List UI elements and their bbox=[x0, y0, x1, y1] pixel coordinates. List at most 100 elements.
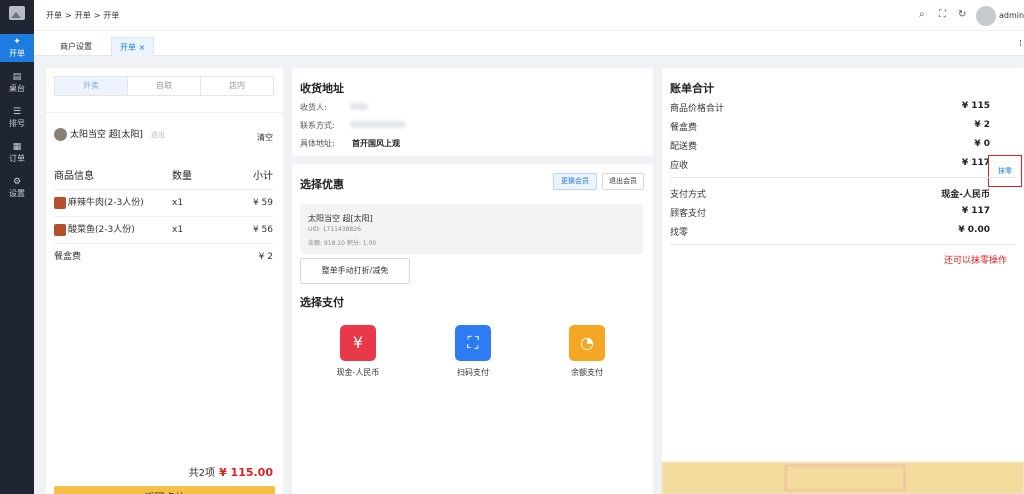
avatar[interactable] bbox=[976, 6, 996, 26]
nav-icon: ✦ bbox=[13, 37, 21, 47]
col-header: 小计 bbox=[253, 171, 273, 182]
pay-cash[interactable]: ¥ 现金-人民币 bbox=[318, 325, 398, 378]
pay-scan[interactable]: ⛶ 扫码支付 bbox=[433, 325, 513, 378]
tab-merchant-settings[interactable]: 商户设置 bbox=[52, 37, 100, 57]
nav-label: 设置 bbox=[9, 189, 25, 198]
bill-label: 应收 bbox=[670, 161, 689, 171]
detail-label: 具体地址: bbox=[300, 139, 335, 148]
nav-item-tables[interactable]: ▤ 桌台 bbox=[0, 69, 34, 97]
back-to-order-button[interactable]: 返回点单 bbox=[54, 486, 275, 494]
bill-title: 账单合计 bbox=[670, 82, 714, 95]
nav-icon: ▤ bbox=[12, 72, 22, 82]
item-name: 酸菜鱼(2-3人份) bbox=[68, 225, 135, 235]
breadcrumb-item[interactable]: 开单 bbox=[103, 11, 119, 20]
bill-label: 餐盒费 bbox=[670, 123, 698, 133]
mode-dine-in[interactable]: 店内 bbox=[201, 77, 273, 95]
breadcrumb-sep: > bbox=[93, 11, 101, 20]
table-row: 餐盒费 ¥ 2 bbox=[54, 244, 273, 271]
box-fee-label: 餐盒费 bbox=[54, 252, 82, 262]
balance-icon: ◔ bbox=[569, 325, 605, 361]
nav-item-billing[interactable]: ✦ 开单 bbox=[0, 34, 34, 62]
bill-value: ¥ 0.00 bbox=[958, 225, 990, 235]
detail-value: 首开国风上观 bbox=[352, 139, 400, 148]
clear-button[interactable]: 清空 bbox=[257, 132, 273, 143]
item-qty: x1 bbox=[172, 198, 184, 208]
receiver-value bbox=[350, 103, 368, 110]
logo-image bbox=[9, 6, 25, 20]
cash-icon: ¥ bbox=[340, 325, 376, 361]
refresh-icon[interactable]: ↻ bbox=[958, 9, 966, 20]
bill-label: 配送费 bbox=[670, 142, 698, 152]
bill-row: 商品价格合计 ¥ 115 bbox=[670, 101, 990, 115]
breadcrumb-item[interactable]: 开单 bbox=[46, 11, 62, 20]
bill-label: 商品价格合计 bbox=[670, 104, 725, 114]
pay-balance[interactable]: ◔ 余额支付 bbox=[547, 325, 627, 378]
item-subtotal: ¥ 59 bbox=[252, 198, 273, 208]
nav-icon: ⚙ bbox=[12, 177, 22, 187]
close-icon[interactable]: × bbox=[139, 43, 146, 52]
col-header: 商品信息 bbox=[54, 171, 94, 182]
nav-icon: ▦ bbox=[12, 142, 22, 152]
exit-member-button[interactable]: 退出会员 bbox=[602, 173, 644, 190]
pay-label: 现金-人民币 bbox=[336, 368, 380, 377]
checkout-bar[interactable] bbox=[662, 462, 1024, 494]
breadcrumb: 开单 > 开单 > 开单 bbox=[46, 10, 122, 21]
bill-row: 应收 ¥ 117 bbox=[670, 158, 990, 172]
bill-label: 支付方式 bbox=[670, 190, 707, 200]
annotation-note: 还可以抹零操作 bbox=[944, 256, 1008, 266]
manual-discount-button[interactable]: 整单手动打折/减免 bbox=[300, 258, 410, 284]
bill-value: ¥ 2 bbox=[974, 120, 990, 130]
member-name: 太阳当空 超[太阳] bbox=[70, 130, 143, 140]
bill-row: 找零 ¥ 0.00 bbox=[670, 225, 990, 239]
payment-title: 选择支付 bbox=[300, 296, 344, 309]
address-title: 收货地址 bbox=[300, 82, 344, 95]
dish-image bbox=[54, 223, 66, 236]
bill-row: 顾客支付 ¥ 117 bbox=[670, 206, 990, 220]
member-exit-link[interactable]: 退出 bbox=[151, 131, 165, 139]
tabs-bar: 商户设置 开单 × ⁞ bbox=[34, 30, 1024, 57]
nav-label: 开单 bbox=[9, 49, 25, 58]
discount-payment-panel: 选择优惠 更换会员 退出会员 太阳当空 超[太阳] UID: 171143882… bbox=[292, 164, 653, 494]
cart-total: 共2项 ¥ 115.00 bbox=[189, 464, 273, 479]
nav-item-queue[interactable]: ☰ 排号 bbox=[0, 104, 34, 132]
nav-label: 排号 bbox=[9, 119, 25, 128]
scan-icon: ⛶ bbox=[455, 325, 491, 361]
cart-table: 商品信息 数量 小计 麻辣牛肉(2-3人份) x1 ¥ 59 酸菜鱼(2-3人份) x1 ¥… bbox=[54, 163, 273, 271]
address-panel: 收货地址 收货人: 联系方式: 具体地址: 首开国风上观 bbox=[292, 68, 653, 156]
bill-row: 支付方式 现金-人民币 bbox=[670, 187, 990, 201]
mode-delivery[interactable]: 外卖 bbox=[55, 77, 128, 95]
bill-row: 配送费 ¥ 0 bbox=[670, 139, 990, 153]
table-row: 酸菜鱼(2-3人份) x1 ¥ 56 bbox=[54, 217, 273, 244]
fullscreen-icon[interactable]: ⛶ bbox=[939, 9, 946, 20]
round-off-button[interactable]: 抹零 bbox=[988, 155, 1022, 187]
search-icon[interactable]: ⌕ bbox=[919, 9, 925, 20]
nav-item-settings[interactable]: ⚙ 设置 bbox=[0, 174, 34, 202]
member-card-name: 太阳当空 超[太阳] bbox=[308, 214, 373, 223]
nav-label: 桌台 bbox=[9, 84, 25, 93]
nav-item-orders[interactable]: ▦ 订单 bbox=[0, 139, 34, 167]
dish-image bbox=[54, 196, 66, 209]
member-info: 太阳当空 超[太阳] 退出 bbox=[54, 127, 165, 141]
item-subtotal: ¥ 56 bbox=[252, 225, 273, 235]
tab-billing[interactable]: 开单 × bbox=[111, 37, 155, 57]
sidebar: ✦ 开单 ▤ 桌台 ☰ 排号 ▦ 订单 ⚙ 设置 bbox=[0, 0, 34, 494]
total-amount: ¥ 115.00 bbox=[219, 466, 273, 479]
bill-value: 现金-人民币 bbox=[941, 190, 990, 200]
table-header: 商品信息 数量 小计 bbox=[54, 163, 273, 190]
user-name[interactable]: admin bbox=[999, 11, 1024, 20]
breadcrumb-item[interactable]: 开单 bbox=[75, 11, 91, 20]
cart-card: 太阳当空 超[太阳] 退出 清空 商品信息 数量 小计 麻辣牛肉(2-3人份) x1 ¥ … bbox=[46, 112, 283, 494]
phone-label: 联系方式: bbox=[300, 121, 335, 130]
bill-value: ¥ 117 bbox=[961, 206, 990, 216]
mode-pickup[interactable]: 自取 bbox=[128, 77, 201, 95]
tab-label: 开单 bbox=[120, 43, 136, 52]
box-fee-value: ¥ 2 bbox=[258, 252, 273, 262]
bill-label: 顾客支付 bbox=[670, 209, 707, 219]
nav-icon: ☰ bbox=[12, 107, 22, 117]
more-tabs-icon[interactable]: ⁞ bbox=[1019, 39, 1022, 49]
breadcrumb-sep: > bbox=[65, 11, 72, 20]
member-avatar bbox=[54, 128, 67, 141]
cart-panel: 外卖 自取 店内 太阳当空 超[太阳] 退出 清空 商品信息 数量 小计 麻辣牛肉(2… bbox=[46, 68, 283, 494]
top-bar: 开单 > 开单 > 开单 ⌕ ⛶ ↻ admin bbox=[34, 0, 1024, 30]
change-member-button[interactable]: 更换会员 bbox=[553, 173, 597, 190]
